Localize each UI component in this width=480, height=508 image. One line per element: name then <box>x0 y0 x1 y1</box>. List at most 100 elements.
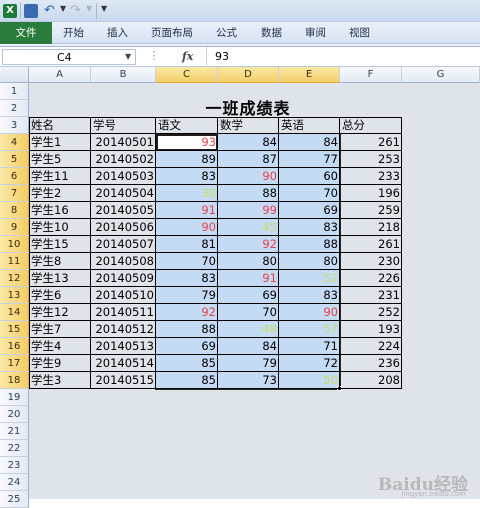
total-score-cell[interactable]: 253 <box>340 151 402 168</box>
row-header-11[interactable]: 11 <box>0 253 29 270</box>
total-score-cell[interactable]: 259 <box>340 202 402 219</box>
student-name-cell[interactable]: 学生13 <box>29 270 91 287</box>
save-icon[interactable] <box>24 4 38 18</box>
student-name-cell[interactable]: 学生15 <box>29 236 91 253</box>
insert-function-icon[interactable]: fx <box>182 49 202 65</box>
row-header-10[interactable]: 10 <box>0 236 29 253</box>
column-label-cell[interactable]: 语文 <box>156 117 218 134</box>
student-name-cell[interactable]: 学生11 <box>29 168 91 185</box>
formula-bar-grip[interactable]: ⋮ <box>141 49 167 65</box>
student-id-cell[interactable]: 20140510 <box>91 287 156 304</box>
student-name-cell[interactable]: 学生4 <box>29 338 91 355</box>
total-score-cell[interactable]: 224 <box>340 338 402 355</box>
total-score-cell[interactable]: 208 <box>340 372 402 389</box>
row-header-1[interactable]: 1 <box>0 83 29 100</box>
student-name-cell[interactable]: 学生6 <box>29 287 91 304</box>
row-header-13[interactable]: 13 <box>0 287 29 304</box>
student-name-cell[interactable]: 学生16 <box>29 202 91 219</box>
row-header-22[interactable]: 22 <box>0 440 29 457</box>
tab-page-layout[interactable]: 页面布局 <box>151 22 193 44</box>
column-header-c[interactable]: C <box>156 67 218 83</box>
student-name-cell[interactable]: 学生8 <box>29 253 91 270</box>
column-header-b[interactable]: B <box>91 67 156 83</box>
student-id-cell[interactable]: 20140515 <box>91 372 156 389</box>
redo-dropdown-icon[interactable]: ▼ <box>86 4 92 13</box>
total-score-cell[interactable]: 226 <box>340 270 402 287</box>
row-header-21[interactable]: 21 <box>0 423 29 440</box>
row-header-25[interactable]: 25 <box>0 491 29 508</box>
student-id-cell[interactable]: 20140509 <box>91 270 156 287</box>
row-header-3[interactable]: 3 <box>0 117 29 134</box>
column-header-e[interactable]: E <box>279 67 340 83</box>
tab-view[interactable]: 视图 <box>349 22 370 44</box>
total-score-cell[interactable]: 233 <box>340 168 402 185</box>
student-id-cell[interactable]: 20140505 <box>91 202 156 219</box>
row-header-14[interactable]: 14 <box>0 304 29 321</box>
column-label-cell[interactable]: 英语 <box>279 117 340 134</box>
student-id-cell[interactable]: 20140512 <box>91 321 156 338</box>
column-header-g[interactable]: G <box>402 67 480 83</box>
customize-toolbar-icon[interactable]: ▼ <box>101 4 107 13</box>
tab-formulas[interactable]: 公式 <box>216 22 237 44</box>
total-score-cell[interactable]: 196 <box>340 185 402 202</box>
tab-home[interactable]: 开始 <box>63 22 84 44</box>
student-name-cell[interactable]: 学生12 <box>29 304 91 321</box>
select-all-corner[interactable] <box>0 67 29 83</box>
row-header-6[interactable]: 6 <box>0 168 29 185</box>
row-header-16[interactable]: 16 <box>0 338 29 355</box>
student-name-cell[interactable]: 学生3 <box>29 372 91 389</box>
row-header-24[interactable]: 24 <box>0 474 29 491</box>
row-header-12[interactable]: 12 <box>0 270 29 287</box>
student-name-cell[interactable]: 学生10 <box>29 219 91 236</box>
student-id-cell[interactable]: 20140502 <box>91 151 156 168</box>
total-score-cell[interactable]: 252 <box>340 304 402 321</box>
student-id-cell[interactable]: 20140503 <box>91 168 156 185</box>
total-score-cell[interactable]: 218 <box>340 219 402 236</box>
tab-insert[interactable]: 插入 <box>107 22 128 44</box>
row-header-9[interactable]: 9 <box>0 219 29 236</box>
row-header-19[interactable]: 19 <box>0 389 29 406</box>
undo-dropdown-icon[interactable]: ▼ <box>60 4 66 13</box>
total-score-cell[interactable]: 231 <box>340 287 402 304</box>
column-label-cell[interactable]: 姓名 <box>29 117 91 134</box>
total-score-cell[interactable]: 193 <box>340 321 402 338</box>
column-header-d[interactable]: D <box>218 67 279 83</box>
student-name-cell[interactable]: 学生7 <box>29 321 91 338</box>
tab-review[interactable]: 审阅 <box>305 22 326 44</box>
student-name-cell[interactable]: 学生1 <box>29 134 91 151</box>
column-header-a[interactable]: A <box>29 67 91 83</box>
student-id-cell[interactable]: 20140514 <box>91 355 156 372</box>
row-header-8[interactable]: 8 <box>0 202 29 219</box>
total-score-cell[interactable]: 261 <box>340 134 402 151</box>
row-header-4[interactable]: 4 <box>0 134 29 151</box>
column-label-cell[interactable]: 总分 <box>340 117 402 134</box>
tab-file[interactable]: 文件 <box>0 22 52 44</box>
chevron-down-icon[interactable]: ▼ <box>125 52 131 61</box>
column-label-cell[interactable]: 数学 <box>218 117 279 134</box>
row-header-5[interactable]: 5 <box>0 151 29 168</box>
tab-data[interactable]: 数据 <box>261 22 282 44</box>
row-header-7[interactable]: 7 <box>0 185 29 202</box>
student-name-cell[interactable]: 学生5 <box>29 151 91 168</box>
excel-app-icon[interactable]: X <box>3 4 17 18</box>
student-id-cell[interactable]: 20140513 <box>91 338 156 355</box>
total-score-cell[interactable]: 230 <box>340 253 402 270</box>
student-name-cell[interactable]: 学生2 <box>29 185 91 202</box>
row-header-23[interactable]: 23 <box>0 457 29 474</box>
student-id-cell[interactable]: 20140511 <box>91 304 156 321</box>
total-score-cell[interactable]: 261 <box>340 236 402 253</box>
student-id-cell[interactable]: 20140506 <box>91 219 156 236</box>
total-score-cell[interactable]: 236 <box>340 355 402 372</box>
column-label-cell[interactable]: 学号 <box>91 117 156 134</box>
student-id-cell[interactable]: 20140508 <box>91 253 156 270</box>
student-id-cell[interactable]: 20140504 <box>91 185 156 202</box>
column-header-f[interactable]: F <box>340 67 402 83</box>
student-id-cell[interactable]: 20140501 <box>91 134 156 151</box>
row-header-20[interactable]: 20 <box>0 406 29 423</box>
row-header-17[interactable]: 17 <box>0 355 29 372</box>
student-id-cell[interactable]: 20140507 <box>91 236 156 253</box>
formula-input[interactable]: 93 <box>206 47 480 67</box>
row-header-2[interactable]: 2 <box>0 100 29 117</box>
name-box[interactable]: C4 ▼ <box>2 49 136 65</box>
student-name-cell[interactable]: 学生9 <box>29 355 91 372</box>
